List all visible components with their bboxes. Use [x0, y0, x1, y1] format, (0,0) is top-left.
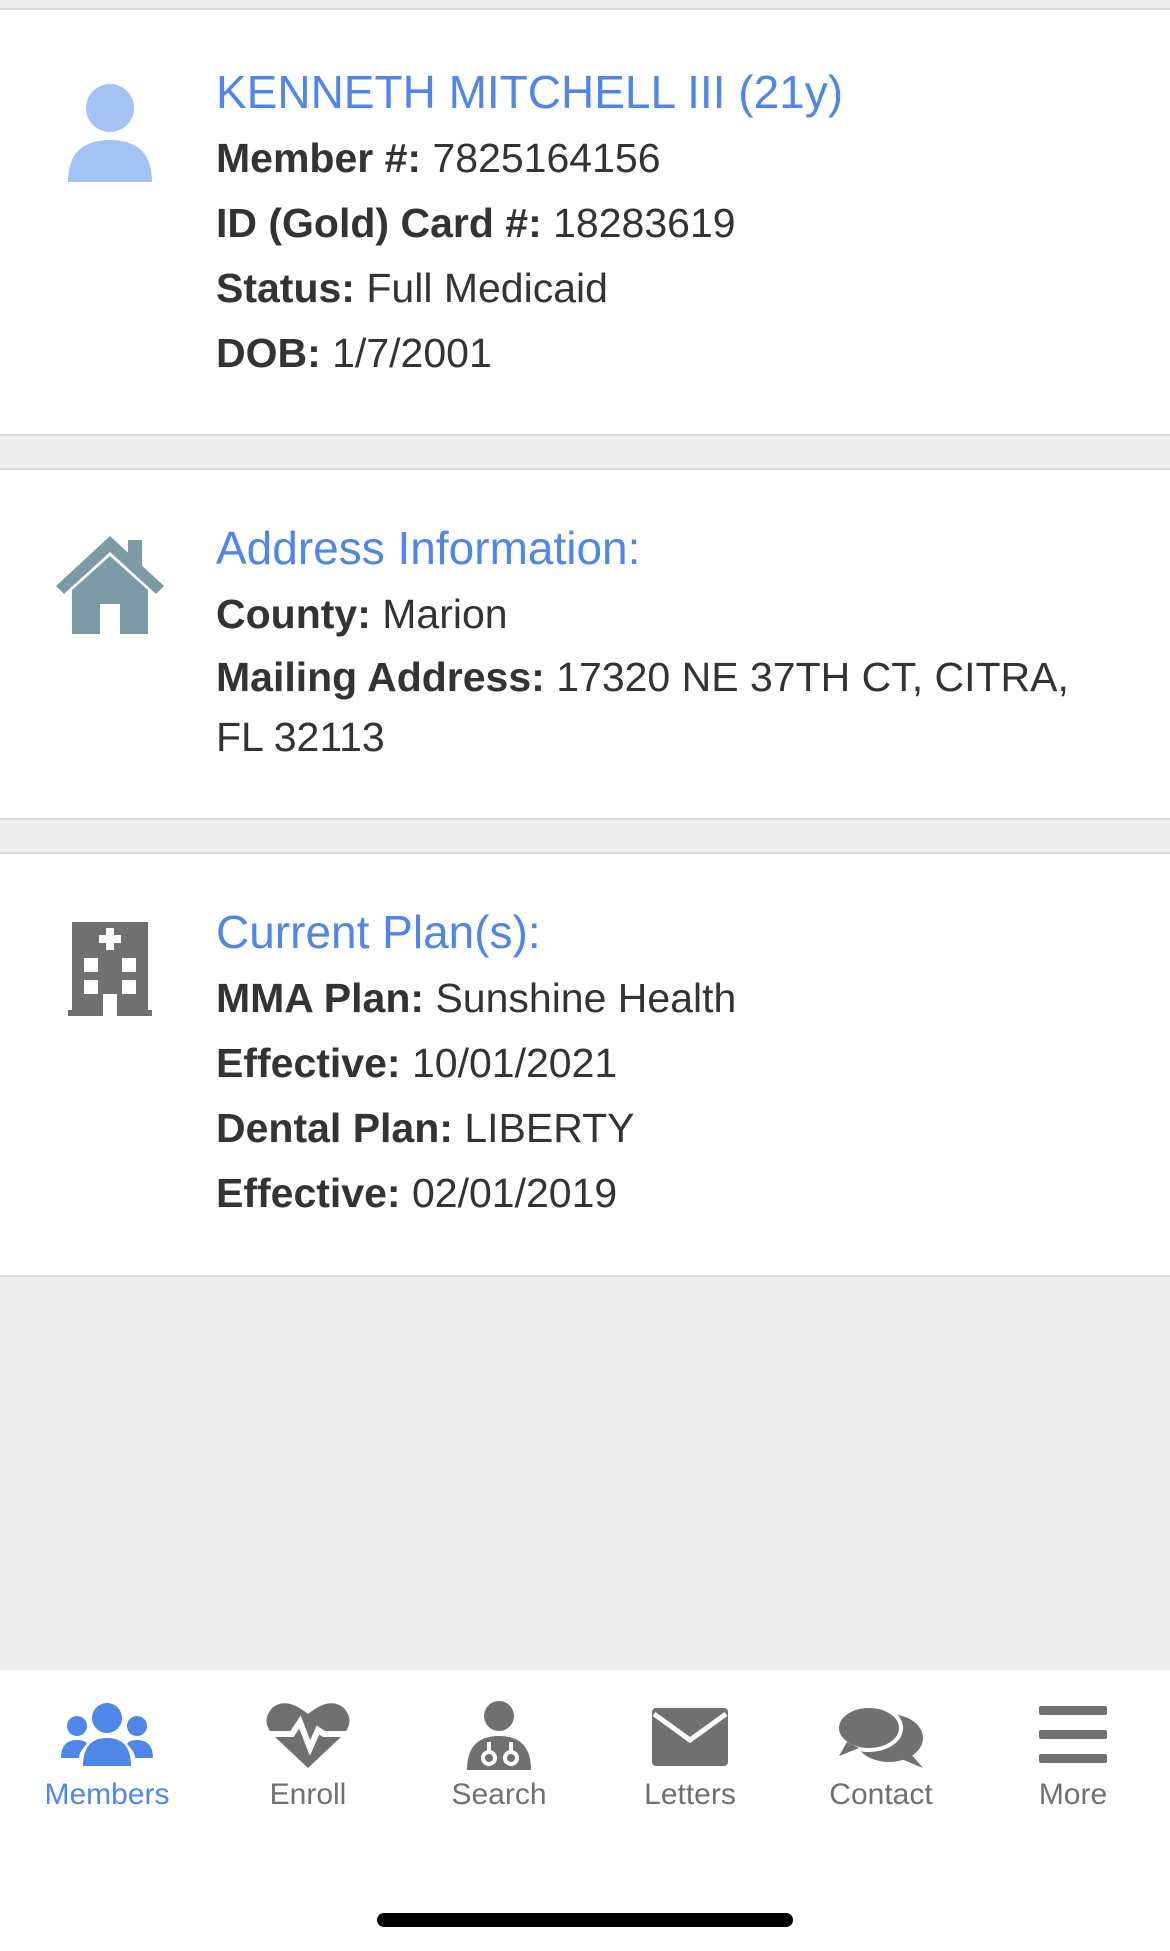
tab-members[interactable]: Members	[12, 1700, 202, 1820]
tab-search[interactable]: Search	[404, 1700, 594, 1820]
dental-plan-value: LIBERTY	[464, 1105, 635, 1151]
chat-icon	[835, 1704, 923, 1768]
tab-letters[interactable]: Letters	[595, 1700, 785, 1820]
county-row: County: Marion	[216, 582, 1120, 647]
house-icon	[52, 530, 168, 646]
heartbeat-icon	[264, 1703, 352, 1768]
member-name[interactable]: KENNETH MITCHELL III (21y)	[216, 64, 1120, 120]
hospital-icon	[52, 908, 168, 1024]
mailing-address-row: Mailing Address: 17320 NE 37TH CT, CITRA…	[216, 647, 1120, 767]
card-number-value: 18283619	[553, 200, 736, 246]
tab-enroll-label: Enroll	[269, 1778, 347, 1811]
member-number-label: Member #:	[216, 135, 422, 181]
status-value: Full Medicaid	[366, 265, 608, 311]
envelope-icon	[652, 1708, 728, 1766]
home-indicator[interactable]	[377, 1913, 793, 1927]
tab-letters-label: Letters	[644, 1778, 736, 1811]
plans-card: Current Plan(s): MMA Plan: Sunshine Heal…	[0, 852, 1170, 1277]
tab-search-label: Search	[451, 1778, 547, 1811]
tab-contact[interactable]: Contact	[786, 1700, 976, 1820]
status-label: Status:	[216, 265, 355, 311]
mma-effective-row: Effective: 10/01/2021	[216, 1031, 1120, 1096]
dob-row: DOB: 1/7/2001	[216, 321, 1120, 386]
mailing-address-label: Mailing Address:	[216, 654, 545, 700]
tab-contact-label: Contact	[829, 1778, 933, 1811]
users-icon	[61, 1703, 153, 1766]
plans-title: Current Plan(s):	[216, 906, 541, 958]
menu-icon	[1039, 1706, 1107, 1763]
county-value: Marion	[382, 591, 508, 637]
address-title: Address Information:	[216, 522, 641, 574]
person-icon	[52, 76, 168, 192]
mma-plan-row: MMA Plan: Sunshine Health	[216, 966, 1120, 1031]
mma-plan-value: Sunshine Health	[435, 975, 737, 1021]
dental-plan-label: Dental Plan:	[216, 1105, 453, 1151]
dental-plan-row: Dental Plan: LIBERTY	[216, 1096, 1120, 1161]
member-card: KENNETH MITCHELL III (21y) Member #: 782…	[0, 8, 1170, 436]
county-label: County:	[216, 591, 371, 637]
dob-value: 1/7/2001	[332, 330, 492, 376]
member-number-row: Member #: 7825164156	[216, 126, 1120, 191]
status-row: Status: Full Medicaid	[216, 256, 1120, 321]
card-number-label: ID (Gold) Card #:	[216, 200, 542, 246]
dental-effective-label: Effective:	[216, 1170, 401, 1216]
tab-members-label: Members	[44, 1778, 170, 1811]
address-card: Address Information: County: Marion Mail…	[0, 468, 1170, 820]
dental-effective-row: Effective: 02/01/2019	[216, 1161, 1120, 1226]
mma-plan-label: MMA Plan:	[216, 975, 425, 1021]
tab-more[interactable]: More	[978, 1700, 1168, 1820]
card-number-row: ID (Gold) Card #: 18283619	[216, 191, 1120, 256]
dob-label: DOB:	[216, 330, 321, 376]
tab-more-label: More	[1038, 1778, 1108, 1811]
member-number-value: 7825164156	[432, 135, 661, 181]
mma-effective-label: Effective:	[216, 1040, 401, 1086]
doctor-icon	[467, 1701, 531, 1770]
tab-enroll[interactable]: Enroll	[213, 1700, 403, 1820]
bottom-tab-bar: Members Enroll Search Letters Contact Mo…	[0, 1670, 1170, 1951]
mma-effective-value: 10/01/2021	[411, 1040, 618, 1086]
dental-effective-value: 02/01/2019	[411, 1170, 618, 1216]
